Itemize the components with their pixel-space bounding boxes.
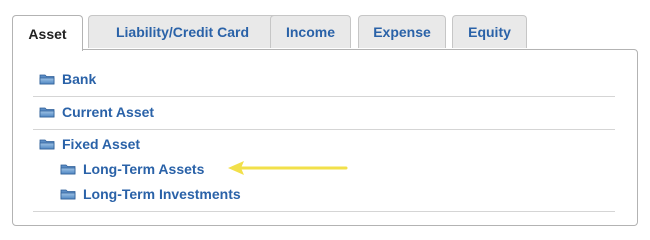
account-long-term-investments[interactable]: Long-Term Investments: [60, 186, 241, 202]
tab-expense[interactable]: Expense: [358, 15, 446, 48]
account-current-asset[interactable]: Current Asset: [39, 104, 154, 120]
folder-icon: [39, 138, 55, 150]
tab-equity-label: Equity: [468, 24, 511, 40]
tab-asset-label: Asset: [28, 25, 67, 42]
tab-asset[interactable]: Asset: [12, 15, 83, 51]
highlight-arrow-icon: [228, 161, 348, 175]
list-row-bank: Bank: [33, 63, 615, 97]
account-fixed-asset[interactable]: Fixed Asset: [39, 136, 140, 152]
tab-liability-credit-card-label: Liability/Credit Card: [115, 24, 250, 40]
account-long-term-investments-label: Long-Term Investments: [83, 186, 241, 202]
account-fixed-asset-label: Fixed Asset: [62, 136, 141, 152]
tab-income[interactable]: Income: [270, 15, 351, 48]
tab-equity[interactable]: Equity: [452, 15, 527, 48]
account-bank[interactable]: Bank: [39, 71, 96, 87]
tab-liability-credit-card[interactable]: Liability/Credit Card: [88, 15, 277, 48]
folder-icon: [39, 106, 55, 118]
account-long-term-assets[interactable]: Long-Term Assets: [60, 161, 204, 177]
account-long-term-assets-label: Long-Term Assets: [83, 161, 205, 177]
tab-income-label: Income: [285, 24, 335, 40]
account-bank-label: Bank: [62, 71, 97, 87]
list-row-current-asset: Current Asset: [33, 96, 615, 130]
account-current-asset-label: Current Asset: [62, 104, 155, 120]
folder-icon: [39, 73, 55, 85]
account-type-tabs: Asset Liability/Credit Card Income Expen…: [12, 15, 638, 51]
folder-icon: [60, 188, 76, 200]
folder-icon: [60, 163, 76, 175]
tab-expense-label: Expense: [373, 24, 431, 40]
account-list-panel: Bank Current Asset Fixed Asset Long-Term…: [12, 49, 638, 226]
